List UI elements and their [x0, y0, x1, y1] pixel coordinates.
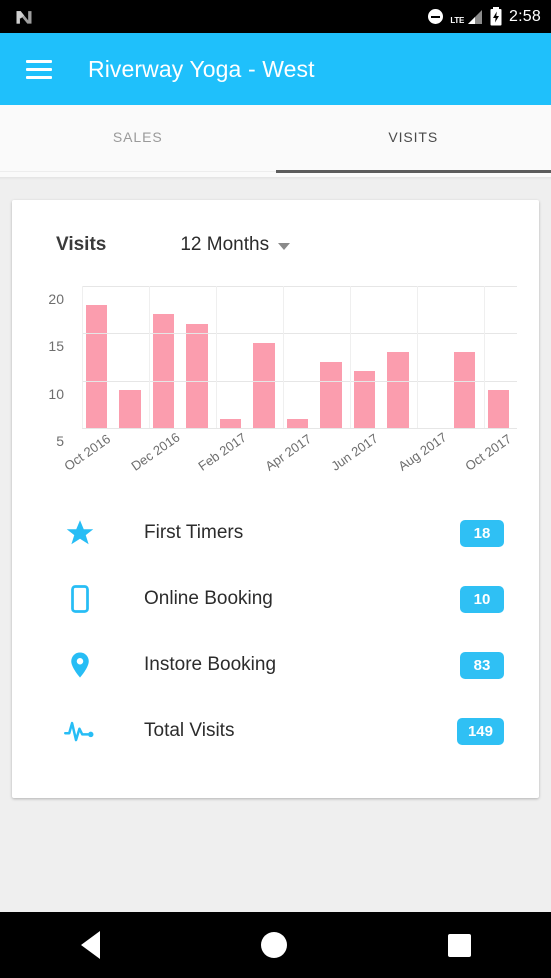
- tab-visits-underline: [275, 170, 551, 173]
- gridline-vertical: [148, 286, 150, 428]
- stat-label: First Timers: [144, 522, 244, 543]
- gridline-horizontal: [82, 380, 517, 382]
- stat-row[interactable]: Total Visits 149: [12, 698, 539, 764]
- star-icon: [58, 518, 102, 548]
- hamburger-menu-icon[interactable]: [26, 59, 52, 79]
- card-header: Visits 12 Months: [12, 200, 539, 256]
- chart-bar: [119, 390, 141, 428]
- do-not-disturb-icon: [428, 9, 444, 24]
- stat-row[interactable]: Online Booking 10: [12, 566, 539, 632]
- tab-bar-shadow: [0, 177, 551, 180]
- map-pin-icon: [58, 650, 102, 680]
- battery-charging-icon: [490, 7, 502, 26]
- y-axis-tick: 10: [48, 385, 64, 402]
- chart-bars: [82, 286, 517, 428]
- date-range-label: 12 Months: [180, 234, 270, 255]
- status-bar-left: [14, 7, 34, 27]
- stat-label: Online Booking: [144, 588, 273, 609]
- y-axis-tick: 15: [48, 338, 64, 355]
- chart-bar: [387, 352, 409, 428]
- status-badge: 10: [460, 585, 504, 613]
- home-circle-icon[interactable]: [260, 932, 287, 958]
- chart-bar: [186, 323, 208, 428]
- gridline-vertical: [416, 286, 418, 428]
- chart-bar: [286, 418, 309, 428]
- status-bar-right: LTE 2:58: [428, 7, 541, 26]
- visits-bar-chart: 20 15 10 5 Oct 2016 Dec 2016 Feb 2017 Apr 2017…: [12, 273, 539, 488]
- gridline-vertical: [215, 286, 217, 428]
- chart-bar: [152, 314, 175, 428]
- gridline-vertical: [483, 286, 485, 428]
- page-title: Riverway Yoga - West: [88, 55, 315, 82]
- chart-bar: [487, 390, 509, 428]
- tab-sales[interactable]: SALES: [0, 105, 276, 177]
- signal-bars-icon: [468, 9, 483, 24]
- chart-bar: [320, 361, 342, 428]
- y-axis-tick: 5: [56, 433, 64, 449]
- x-axis-tick-label: Jun 2017: [328, 430, 382, 474]
- x-axis-tick-label: Apr 2017: [261, 431, 314, 474]
- gridline-vertical: [282, 286, 284, 428]
- app-bar: Riverway Yoga - West: [0, 33, 551, 105]
- recents-square-icon[interactable]: [447, 933, 471, 957]
- stat-row[interactable]: First Timers 18: [12, 500, 539, 566]
- android-navigation-bar: [0, 912, 551, 978]
- pulse-icon: [58, 716, 102, 746]
- stats-list: First Timers 18 Online Booking 10 Instore Bo…: [12, 500, 539, 764]
- y-axis-tick: 20: [48, 291, 64, 307]
- gridline-horizontal: [82, 286, 517, 287]
- back-triangle-icon[interactable]: [80, 931, 100, 959]
- chart-plot-area: [82, 286, 517, 429]
- chart-bar: [86, 304, 108, 428]
- stat-label: Total Visits: [144, 720, 235, 741]
- x-axis-labels: Oct 2016 Dec 2016 Feb 2017 Apr 2017 Jun 2017…: [61, 429, 517, 490]
- chart-bar: [219, 418, 242, 428]
- tab-sales-underline: [0, 171, 276, 172]
- lte-signal-icon: LTE: [450, 9, 483, 25]
- chart-bar: [253, 342, 275, 428]
- status-bar: LTE 2:58: [0, 0, 551, 33]
- stat-label: Instore Booking: [144, 654, 277, 675]
- android-n-logo-icon: [16, 10, 32, 24]
- visits-card: Visits 12 Months 20 15 10 5 Oct 2016 Dec 201…: [12, 200, 539, 798]
- tab-visits[interactable]: VISITS: [275, 105, 551, 177]
- x-axis-tick-label: Aug 2017: [395, 429, 450, 474]
- x-axis-tick-label: Dec 2016: [127, 429, 183, 474]
- tab-bar: SALES VISITS: [0, 105, 551, 177]
- chart-bar: [454, 352, 476, 428]
- x-axis-tick-label: Oct 2016: [61, 431, 113, 474]
- tab-visits-label: VISITS: [388, 129, 439, 145]
- status-badge: 83: [460, 651, 504, 679]
- gridline-horizontal: [82, 428, 517, 429]
- chart-title: Visits: [56, 234, 107, 255]
- x-axis-tick-label: Oct 2017: [462, 431, 515, 474]
- lte-label: LTE: [450, 15, 465, 25]
- mobile-icon: [58, 584, 102, 614]
- date-range-dropdown[interactable]: 12 Months: [180, 234, 291, 256]
- chevron-down-icon: [278, 243, 291, 250]
- gridline-vertical: [349, 286, 351, 428]
- status-bar-clock: 2:58: [509, 7, 541, 25]
- x-axis-tick-label: Feb 2017: [194, 429, 249, 474]
- tab-sales-label: SALES: [112, 129, 163, 145]
- gridline-vertical: [82, 286, 83, 428]
- status-badge: 18: [460, 519, 504, 547]
- stat-row[interactable]: Instore Booking 83: [12, 632, 539, 698]
- gridline-horizontal: [82, 333, 517, 335]
- y-axis-ticks: 20 15 10 5: [12, 286, 74, 449]
- status-badge: 149: [456, 717, 504, 745]
